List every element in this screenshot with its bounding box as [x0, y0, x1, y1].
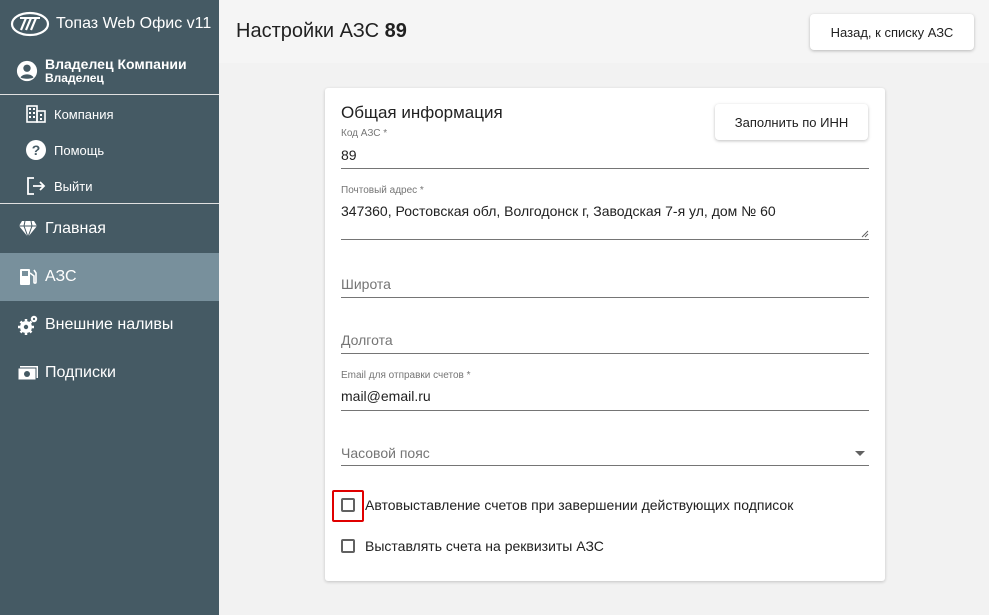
- sidebar: Топаз Web Офис v11 Владелец Компании Вла…: [0, 0, 219, 615]
- menu-label: Главная: [45, 220, 106, 237]
- address-label: Почтовый адрес *: [341, 185, 424, 196]
- auto-invoice-label: Автовыставление счетов при завершении де…: [365, 497, 794, 513]
- card-title: Общая информация: [341, 103, 503, 122]
- submenu-item-help[interactable]: ? Помощь: [0, 132, 219, 168]
- user-names: Владелец Компании Владелец: [45, 57, 187, 85]
- menu-item-azs[interactable]: АЗС: [0, 253, 219, 301]
- resize-handle-icon[interactable]: [861, 230, 869, 238]
- code-label: Код АЗС *: [341, 128, 388, 139]
- timezone-select[interactable]: Часовой пояс: [341, 443, 869, 466]
- submenu-item-company[interactable]: Компания: [0, 96, 219, 132]
- auto-invoice-checkbox-row[interactable]: Автовыставление счетов при завершении де…: [341, 497, 793, 513]
- money-icon: [17, 362, 39, 384]
- longitude-field[interactable]: Долгота: [341, 330, 869, 354]
- email-label: Email для отправки счетов *: [341, 370, 471, 381]
- menu-label: Подписки: [45, 364, 116, 381]
- page-title-number: 89: [384, 20, 407, 42]
- code-input[interactable]: 89: [341, 147, 357, 163]
- diamond-icon: [17, 218, 39, 240]
- user-name: Владелец Компании: [45, 56, 187, 72]
- code-underline: [341, 168, 869, 169]
- station-requisites-checkbox[interactable]: [341, 539, 355, 553]
- latitude-input[interactable]: Широта: [341, 276, 391, 292]
- station-requisites-checkbox-row[interactable]: Выставлять счета на реквизиты АЗС: [341, 538, 604, 554]
- user-profile[interactable]: Владелец Компании Владелец: [0, 48, 219, 95]
- menu-item-home[interactable]: Главная: [0, 205, 219, 253]
- email-field[interactable]: Email для отправки счетов * mail@email.r…: [341, 370, 869, 411]
- submenu-item-logout[interactable]: Выйти: [0, 168, 219, 204]
- code-field[interactable]: Код АЗС * 89: [341, 128, 869, 169]
- chevron-down-icon: [855, 451, 865, 456]
- back-to-list-button[interactable]: Назад, к списку АЗС: [810, 14, 974, 50]
- email-underline: [341, 410, 869, 411]
- address-underline: [341, 239, 869, 240]
- menu-item-external-fills[interactable]: Внешние наливы: [0, 301, 219, 349]
- page-header: Настройки АЗС 89 Назад, к списку АЗС: [219, 0, 989, 63]
- user-role: Владелец: [45, 71, 104, 85]
- general-info-card: Общая информация Заполнить по ИНН Код АЗ…: [325, 88, 885, 581]
- longitude-underline: [341, 353, 869, 354]
- fuel-pump-icon: [17, 266, 39, 288]
- submenu-label: Помощь: [54, 142, 105, 158]
- latitude-underline: [341, 297, 869, 298]
- menu-label: АЗС: [45, 268, 77, 285]
- brand-title: Топаз Web Офис v11: [56, 15, 212, 32]
- topaz-logo-icon: [10, 11, 50, 37]
- timezone-underline: [341, 465, 869, 466]
- menu-item-subscriptions[interactable]: Подписки: [0, 349, 219, 397]
- user-submenu: Компания ? Помощь Выйти: [0, 96, 219, 204]
- main-menu: Главная АЗС Внешние наливы Подписки: [0, 205, 219, 397]
- timezone-placeholder: Часовой пояс: [341, 445, 430, 461]
- address-field[interactable]: Почтовый адрес * 347360, Ростовская обл,…: [341, 185, 869, 240]
- submenu-label: Выйти: [54, 178, 93, 194]
- page-title-text: Настройки АЗС: [236, 20, 380, 42]
- page-title: Настройки АЗС 89: [236, 20, 407, 43]
- highlight-box: [332, 490, 364, 522]
- email-input[interactable]: mail@email.ru: [341, 388, 431, 404]
- address-textarea[interactable]: 347360, Ростовская обл, Волгодонск г, За…: [341, 203, 776, 219]
- longitude-input[interactable]: Долгота: [341, 332, 393, 348]
- svg-text:?: ?: [32, 142, 41, 158]
- help-icon: ?: [25, 139, 47, 161]
- gears-icon: [17, 314, 39, 336]
- logout-icon: [25, 175, 47, 197]
- menu-label: Внешние наливы: [45, 316, 174, 333]
- station-requisites-label: Выставлять счета на реквизиты АЗС: [365, 538, 604, 554]
- account-circle-icon: [16, 60, 38, 82]
- building-icon: [25, 103, 47, 125]
- latitude-field[interactable]: Широта: [341, 274, 869, 298]
- submenu-label: Компания: [54, 106, 114, 122]
- brand[interactable]: Топаз Web Офис v11: [0, 0, 219, 48]
